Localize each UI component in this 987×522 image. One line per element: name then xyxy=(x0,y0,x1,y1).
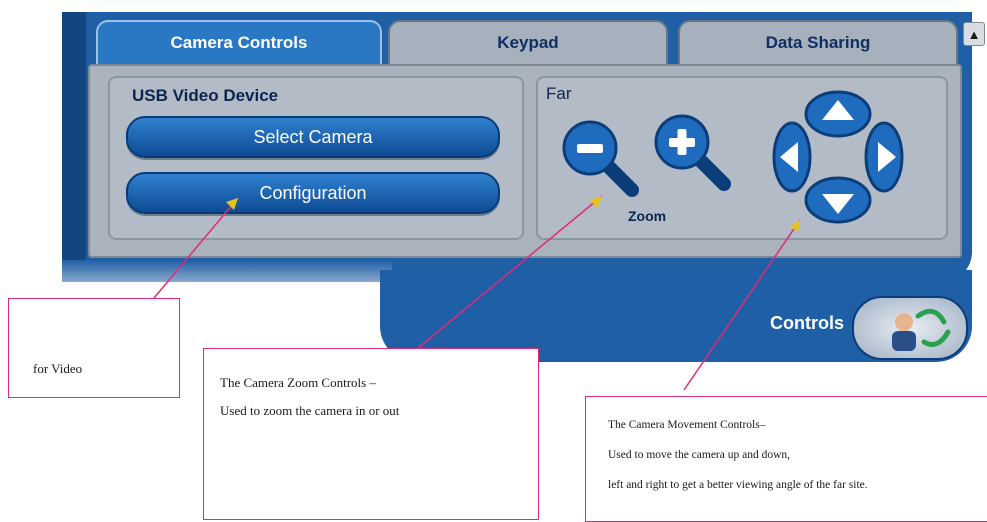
movement-callout-line xyxy=(683,219,801,391)
video-callout-line xyxy=(153,197,239,299)
zoom-callout-line xyxy=(417,195,603,349)
movement-callout-line2: Used to move the camera up and down, xyxy=(608,449,791,461)
movement-callout-arrowhead xyxy=(790,220,800,232)
zoom-callout-line2: Used to zoom the camera in or out xyxy=(220,403,400,418)
zoom-callout-line1: The Camera Zoom Controls – xyxy=(220,375,376,390)
zoom-callout-arrowhead xyxy=(590,196,602,208)
video-callout-arrowhead xyxy=(226,198,238,210)
video-callout: for Video xyxy=(8,298,180,398)
movement-callout-line3: left and right to get a better viewing a… xyxy=(608,479,868,491)
video-callout-text: for Video xyxy=(33,361,83,376)
movement-callout: The Camera Movement Controls– Used to mo… xyxy=(585,396,987,522)
movement-callout-line1: The Camera Movement Controls– xyxy=(608,419,766,431)
zoom-callout: The Camera Zoom Controls – Used to zoom … xyxy=(203,348,539,520)
